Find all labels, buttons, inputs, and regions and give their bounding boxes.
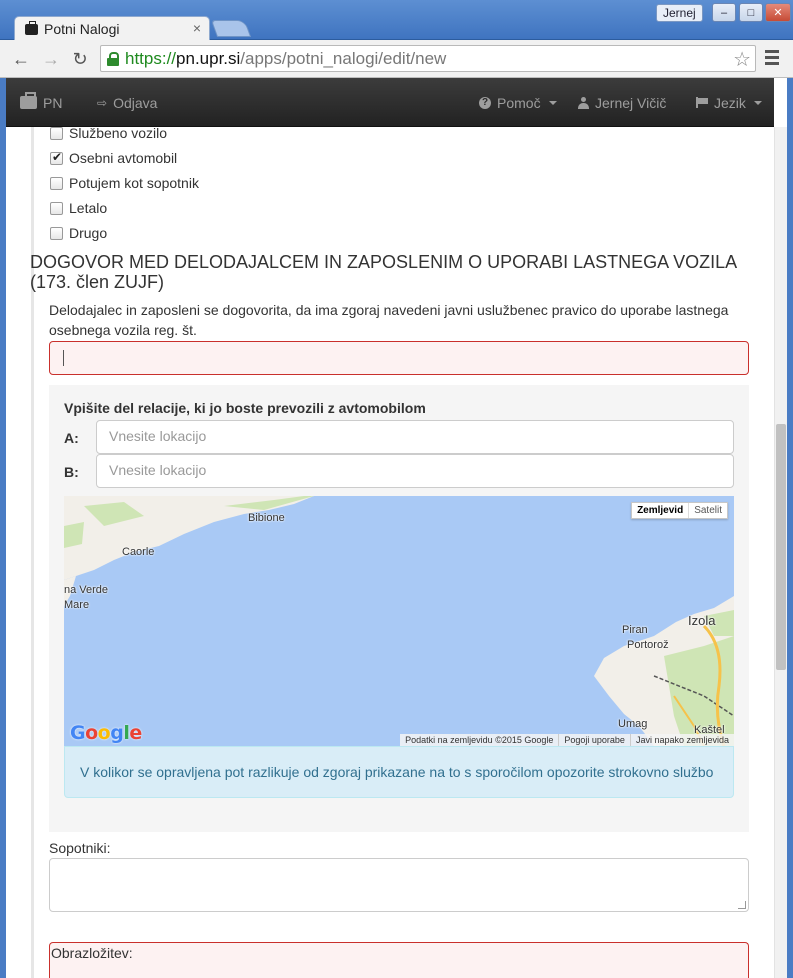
bookmark-star-icon[interactable]: ☆ xyxy=(733,47,751,72)
map-type-control: Zemljevid Satelit xyxy=(631,502,728,519)
user-label: Jernej Vičič xyxy=(595,94,667,111)
question-circle-icon: ? xyxy=(479,96,491,109)
lock-icon xyxy=(107,51,119,66)
obrazlozitev-field[interactable]: Obrazložitev: xyxy=(49,942,749,978)
location-b-input[interactable]: Vnesite lokacijo xyxy=(96,454,734,488)
scrollbar-thumb[interactable] xyxy=(776,424,786,670)
new-tab-button[interactable] xyxy=(210,20,252,37)
browser-titlebar: Potni Nalogi × Jernej – □ ✕ xyxy=(0,0,793,41)
url-scheme: https:// xyxy=(125,48,177,68)
user-icon xyxy=(578,96,589,109)
checkbox[interactable] xyxy=(50,127,63,140)
checkbox-sluzbeno-vozilo[interactable]: Službeno vozilo xyxy=(50,127,167,143)
language-dropdown[interactable]: Jezik xyxy=(696,78,762,127)
help-dropdown[interactable]: ? Pomoč xyxy=(479,78,557,127)
obrazlozitev-label: Obrazložitev: xyxy=(51,945,133,961)
checkbox[interactable] xyxy=(50,226,63,240)
map-type-satellite-button[interactable]: Satelit xyxy=(688,503,727,518)
checkbox[interactable] xyxy=(50,176,63,190)
briefcase-icon xyxy=(25,20,38,35)
google-logo: Google xyxy=(70,722,142,744)
brand-link[interactable]: PN xyxy=(20,78,62,127)
map-type-map-button[interactable]: Zemljevid xyxy=(632,503,688,518)
url-path: /apps/potni_nalogi/edit/new xyxy=(240,48,447,68)
place-label: Mare xyxy=(64,599,90,611)
checkbox-osebni-avtomobil[interactable]: Osebni avtomobil xyxy=(50,148,177,168)
browser-toolbar: ← → ↻ https:// pn.upr.si /apps/potni_nal… xyxy=(0,40,793,78)
maximize-button[interactable]: □ xyxy=(739,3,763,22)
window-frame-right xyxy=(787,78,793,978)
place-label: Izola xyxy=(688,613,716,628)
chevron-down-icon xyxy=(548,100,557,105)
agreement-text: Delodajalec in zaposleni se dogovorita, … xyxy=(49,302,729,338)
checkbox-label: Službeno vozilo xyxy=(69,127,168,141)
app-navbar: PN ⇨ Odjava ? Pomoč Jernej Vičič Jezik xyxy=(6,78,774,127)
place-label: Caorle xyxy=(122,546,155,558)
close-window-button[interactable]: ✕ xyxy=(765,3,791,22)
flag-icon xyxy=(696,97,708,108)
address-bar[interactable]: https:// pn.upr.si /apps/potni_nalogi/ed… xyxy=(100,45,756,72)
map-attribution: Podatki na zemljevidu ©2015 Google Pogoj… xyxy=(400,734,734,746)
checkbox-letalo[interactable]: Letalo xyxy=(50,198,107,218)
checkbox-label: Drugo xyxy=(69,225,108,241)
tab-title: Potni Nalogi xyxy=(44,21,120,37)
browser-menu-icon[interactable] xyxy=(765,50,779,66)
place-label: Umag xyxy=(618,718,648,730)
checkbox-drugo[interactable]: Drugo xyxy=(50,223,107,243)
checkbox-checked[interactable] xyxy=(50,150,63,165)
location-b-label: B: xyxy=(64,464,79,480)
page-content: Službeno vozilo Osebni avtomobil Potujem… xyxy=(6,127,774,978)
agreement-title: DOGOVOR MED DELODAJALCEM IN ZAPOSLENIM O… xyxy=(30,252,737,292)
sign-out-icon: ⇨ xyxy=(97,95,108,110)
logout-link[interactable]: ⇨ Odjava xyxy=(97,78,157,127)
place-label: Bibione xyxy=(248,512,285,524)
report-error-link[interactable]: Javi napako zemljevida xyxy=(629,734,734,746)
brand-text: PN xyxy=(43,94,63,111)
route-panel: Vpišite del relacije, ki jo boste prevoz… xyxy=(49,385,749,832)
sopotniki-textarea[interactable] xyxy=(49,858,749,912)
sopotniki-label: Sopotniki: xyxy=(49,840,111,856)
checkbox-label: Letalo xyxy=(69,200,108,216)
checkbox-label: Osebni avtomobil xyxy=(69,150,178,166)
terms-link[interactable]: Pogoji uporabe xyxy=(558,734,630,746)
map-canvas xyxy=(64,496,734,746)
route-title: Vpišite del relacije, ki jo boste prevoz… xyxy=(64,400,426,416)
chevron-down-icon xyxy=(753,100,762,105)
route-map[interactable]: Zemljevid Satelit Bibione Caorle na Verd… xyxy=(64,496,734,746)
location-a-input[interactable]: Vnesite lokacijo xyxy=(96,420,734,454)
browser-tab[interactable]: Potni Nalogi × xyxy=(14,16,210,41)
place-label: na Verde xyxy=(64,584,109,596)
language-label: Jezik xyxy=(714,94,746,111)
back-arrow-icon[interactable]: ← xyxy=(10,48,32,70)
map-data-credit: Podatki na zemljevidu ©2015 Google xyxy=(405,735,554,745)
location-a-label: A: xyxy=(64,430,79,446)
help-label: Pomoč xyxy=(497,94,541,111)
route-info-alert: V kolikor se opravljena pot razlikuje od… xyxy=(64,746,734,798)
checkbox-label: Potujem kot sopotnik xyxy=(69,175,199,191)
forward-arrow-icon[interactable]: → xyxy=(40,48,62,70)
place-label: Piran xyxy=(622,624,648,636)
briefcase-icon xyxy=(20,92,37,109)
registration-input[interactable] xyxy=(49,341,749,375)
browser-user-button[interactable]: Jernej xyxy=(656,4,703,22)
place-label: Portorož xyxy=(627,639,669,651)
reload-icon[interactable]: ↻ xyxy=(69,48,91,70)
logout-label: Odjava xyxy=(113,94,158,111)
checkbox[interactable] xyxy=(50,201,63,215)
text-cursor xyxy=(63,350,64,366)
user-link[interactable]: Jernej Vičič xyxy=(578,78,666,127)
minimize-button[interactable]: – xyxy=(712,3,736,22)
url-host: pn.upr.si xyxy=(176,48,241,68)
tab-close-icon[interactable]: × xyxy=(193,20,201,36)
checkbox-potujem-kot-sopotnik[interactable]: Potujem kot sopotnik xyxy=(50,173,199,193)
